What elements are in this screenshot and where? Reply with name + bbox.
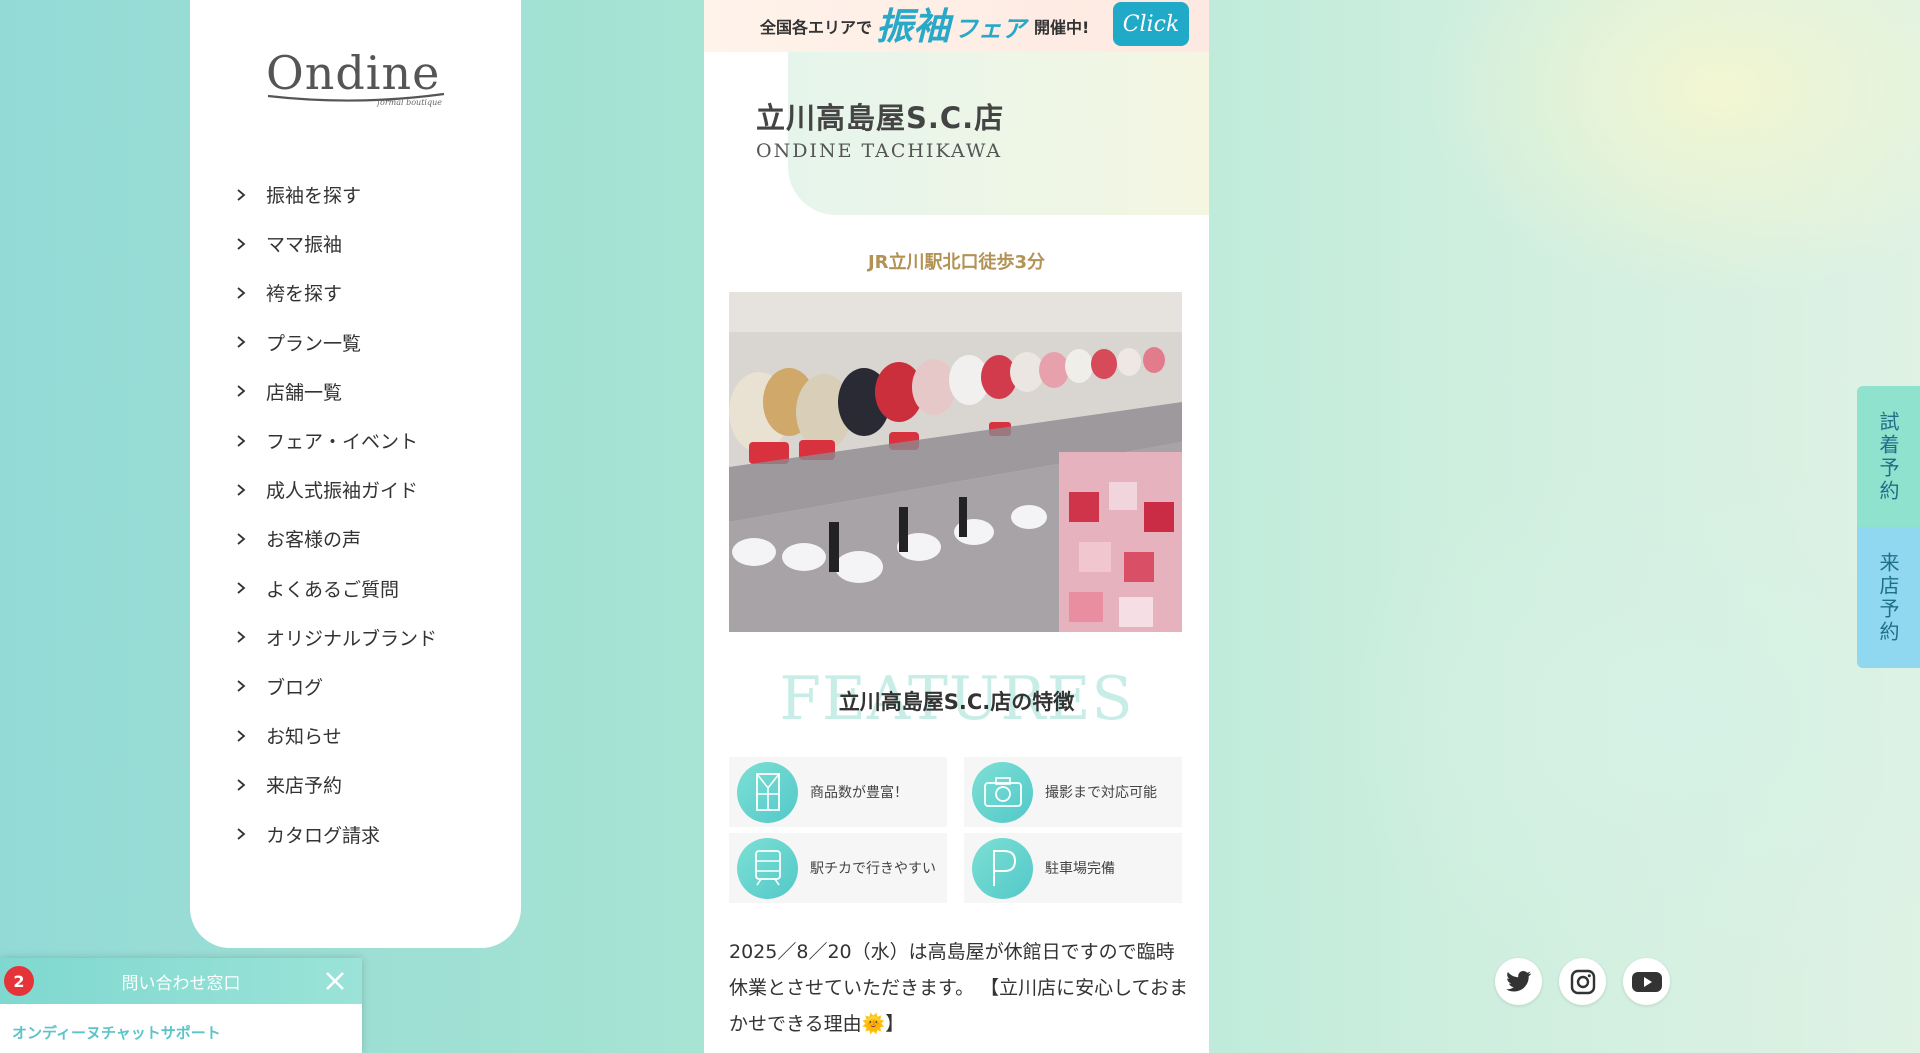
social-links [1495,958,1670,1005]
nav-item-fair-event[interactable]: フェア・イベント [236,416,437,465]
nav-label: 振袖を探す [266,185,362,208]
nav-label: お知らせ [266,726,342,749]
logo-tagline: formal boutique [377,98,442,107]
chevron-right-icon [236,483,266,497]
nav-item-plans[interactable]: プラン一覧 [236,318,437,367]
camera-icon [972,761,1033,823]
feature-card: 撮影まで対応可能 [964,757,1182,827]
chat-subtitle: オンディーヌチャットサポート [12,1024,221,1042]
chevron-right-icon [236,237,266,251]
youtube-icon[interactable] [1623,958,1670,1005]
nav-item-guide[interactable]: 成人式振袖ガイド [236,465,437,514]
nav-label: ママ振袖 [266,234,343,257]
instagram-icon[interactable] [1559,958,1606,1005]
feature-label: 撮影まで対応可能 [1045,785,1157,801]
nav-item-mama-furisode[interactable]: ママ振袖 [236,219,437,268]
chevron-right-icon [236,778,266,792]
chevron-right-icon [236,188,266,202]
visit-reservation-tab[interactable]: 来店予約 [1857,527,1920,668]
store-photo-illustration [729,292,1182,632]
store-title: 立川高島屋S.C.店 [756,101,1005,135]
nav-label: 成人式振袖ガイド [266,480,419,503]
nav-item-faq[interactable]: よくあるご質問 [236,564,437,613]
nav-label: フェア・イベント [266,431,419,454]
chevron-right-icon [236,630,266,644]
banner-click-button[interactable]: Click [1113,2,1189,46]
ondine-logo[interactable]: Ondine formal boutique [266,48,446,110]
twitter-icon[interactable] [1495,958,1542,1005]
store-photo [729,292,1182,632]
notice-text: 2025／8／20（水）は高島屋が休館日ですので臨時休業とさせていただきます。 … [729,941,1189,1035]
side-reservation-tabs: 試着予約 来店予約 [1857,386,1920,668]
nav-item-visit-reservation[interactable]: 来店予約 [236,760,437,809]
banner-furisode-text: 振袖 [876,4,951,48]
train-icon [737,837,798,899]
features-title: 立川高島屋S.C.店の特徴 [838,690,1075,714]
access-info: JR立川駅北口徒歩3分 [867,252,1046,273]
store-header: 立川高島屋S.C.店 ONDINE TACHIKAWA [704,52,1209,215]
chevron-right-icon [236,827,266,841]
chevron-right-icon [236,729,266,743]
nav-item-catalog[interactable]: カタログ請求 [236,809,437,858]
feature-card: 駐車場完備 [964,833,1182,903]
banner-post-text: 開催中! [1034,18,1090,37]
chevron-right-icon [236,384,266,398]
chevron-right-icon [236,286,266,300]
main-content: 全国各エリアで 振袖 フェア 開催中! Click 立川高島屋S.C.店 OND… [704,0,1209,1053]
chat-close-button[interactable] [318,964,352,998]
nav-item-hakama-search[interactable]: 袴を探す [236,268,437,317]
chevron-right-icon [236,679,266,693]
nav-item-original-brand[interactable]: オリジナルブランド [236,613,437,662]
chat-unread-badge: 2 [4,966,34,996]
nav-label: 店舗一覧 [266,381,343,404]
parking-icon [972,837,1033,899]
nav-item-furisode-search[interactable]: 振袖を探す [236,170,437,219]
nav-label: プラン一覧 [266,332,362,355]
nav-item-stores[interactable]: 店舗一覧 [236,367,437,416]
banner-fair-text: フェア [954,14,1027,43]
chevron-right-icon [236,335,266,349]
feature-card: 駅チカで行きやすい [729,833,947,903]
chevron-right-icon [236,434,266,448]
nav-item-blog[interactable]: ブログ [236,662,437,711]
chat-header[interactable]: 2 問い合わせ窓口 [0,958,362,1004]
notice-text-block: 2025／8／20（水）は高島屋が休館日ですので臨時休業とさせていただきます。 … [729,934,1189,1042]
sidebar: Ondine formal boutique 振袖を探す ママ振袖 袴を探す プ… [190,0,521,948]
feature-label: 駅チカで行きやすい [810,861,936,877]
nav-label: よくあるご質問 [266,578,400,601]
feature-label: 駐車場完備 [1045,861,1115,877]
nav-label: お客様の声 [266,529,362,552]
nav-item-news[interactable]: お知らせ [236,711,437,760]
chevron-right-icon [236,581,266,595]
features-grid: 商品数が豊富！ 撮影まで対応可能 駅チカで行きやすい 駐車場完備 [729,757,1182,903]
close-icon [326,972,344,990]
fair-banner[interactable]: 全国各エリアで 振袖 フェア 開催中! Click [704,0,1209,52]
store-subtitle: ONDINE TACHIKAWA [756,140,1003,162]
fitting-reservation-tab[interactable]: 試着予約 [1857,386,1920,527]
chat-title: 問い合わせ窓口 [121,973,241,994]
chat-widget: 2 問い合わせ窓口 オンディーヌチャットサポート [0,958,362,1053]
nav-label: ブログ [266,676,324,699]
feature-label: 商品数が豊富！ [810,785,908,801]
nav-label: 袴を探す [266,283,343,306]
nav-item-reviews[interactable]: お客様の声 [236,514,437,563]
chevron-right-icon [236,532,266,546]
nav-label: カタログ請求 [266,824,381,847]
nav-label: 来店予約 [266,775,343,798]
kimono-icon [737,761,798,823]
nav-label: オリジナルブランド [266,627,438,650]
features-heading: FEATURES 立川高島屋S.C.店の特徴 [704,662,1209,732]
banner-pre-text: 全国各エリアで [760,18,873,37]
sidebar-nav: 振袖を探す ママ振袖 袴を探す プラン一覧 店舗一覧 フェア・イベント 成人式振… [236,170,437,859]
feature-card: 商品数が豊富！ [729,757,947,827]
